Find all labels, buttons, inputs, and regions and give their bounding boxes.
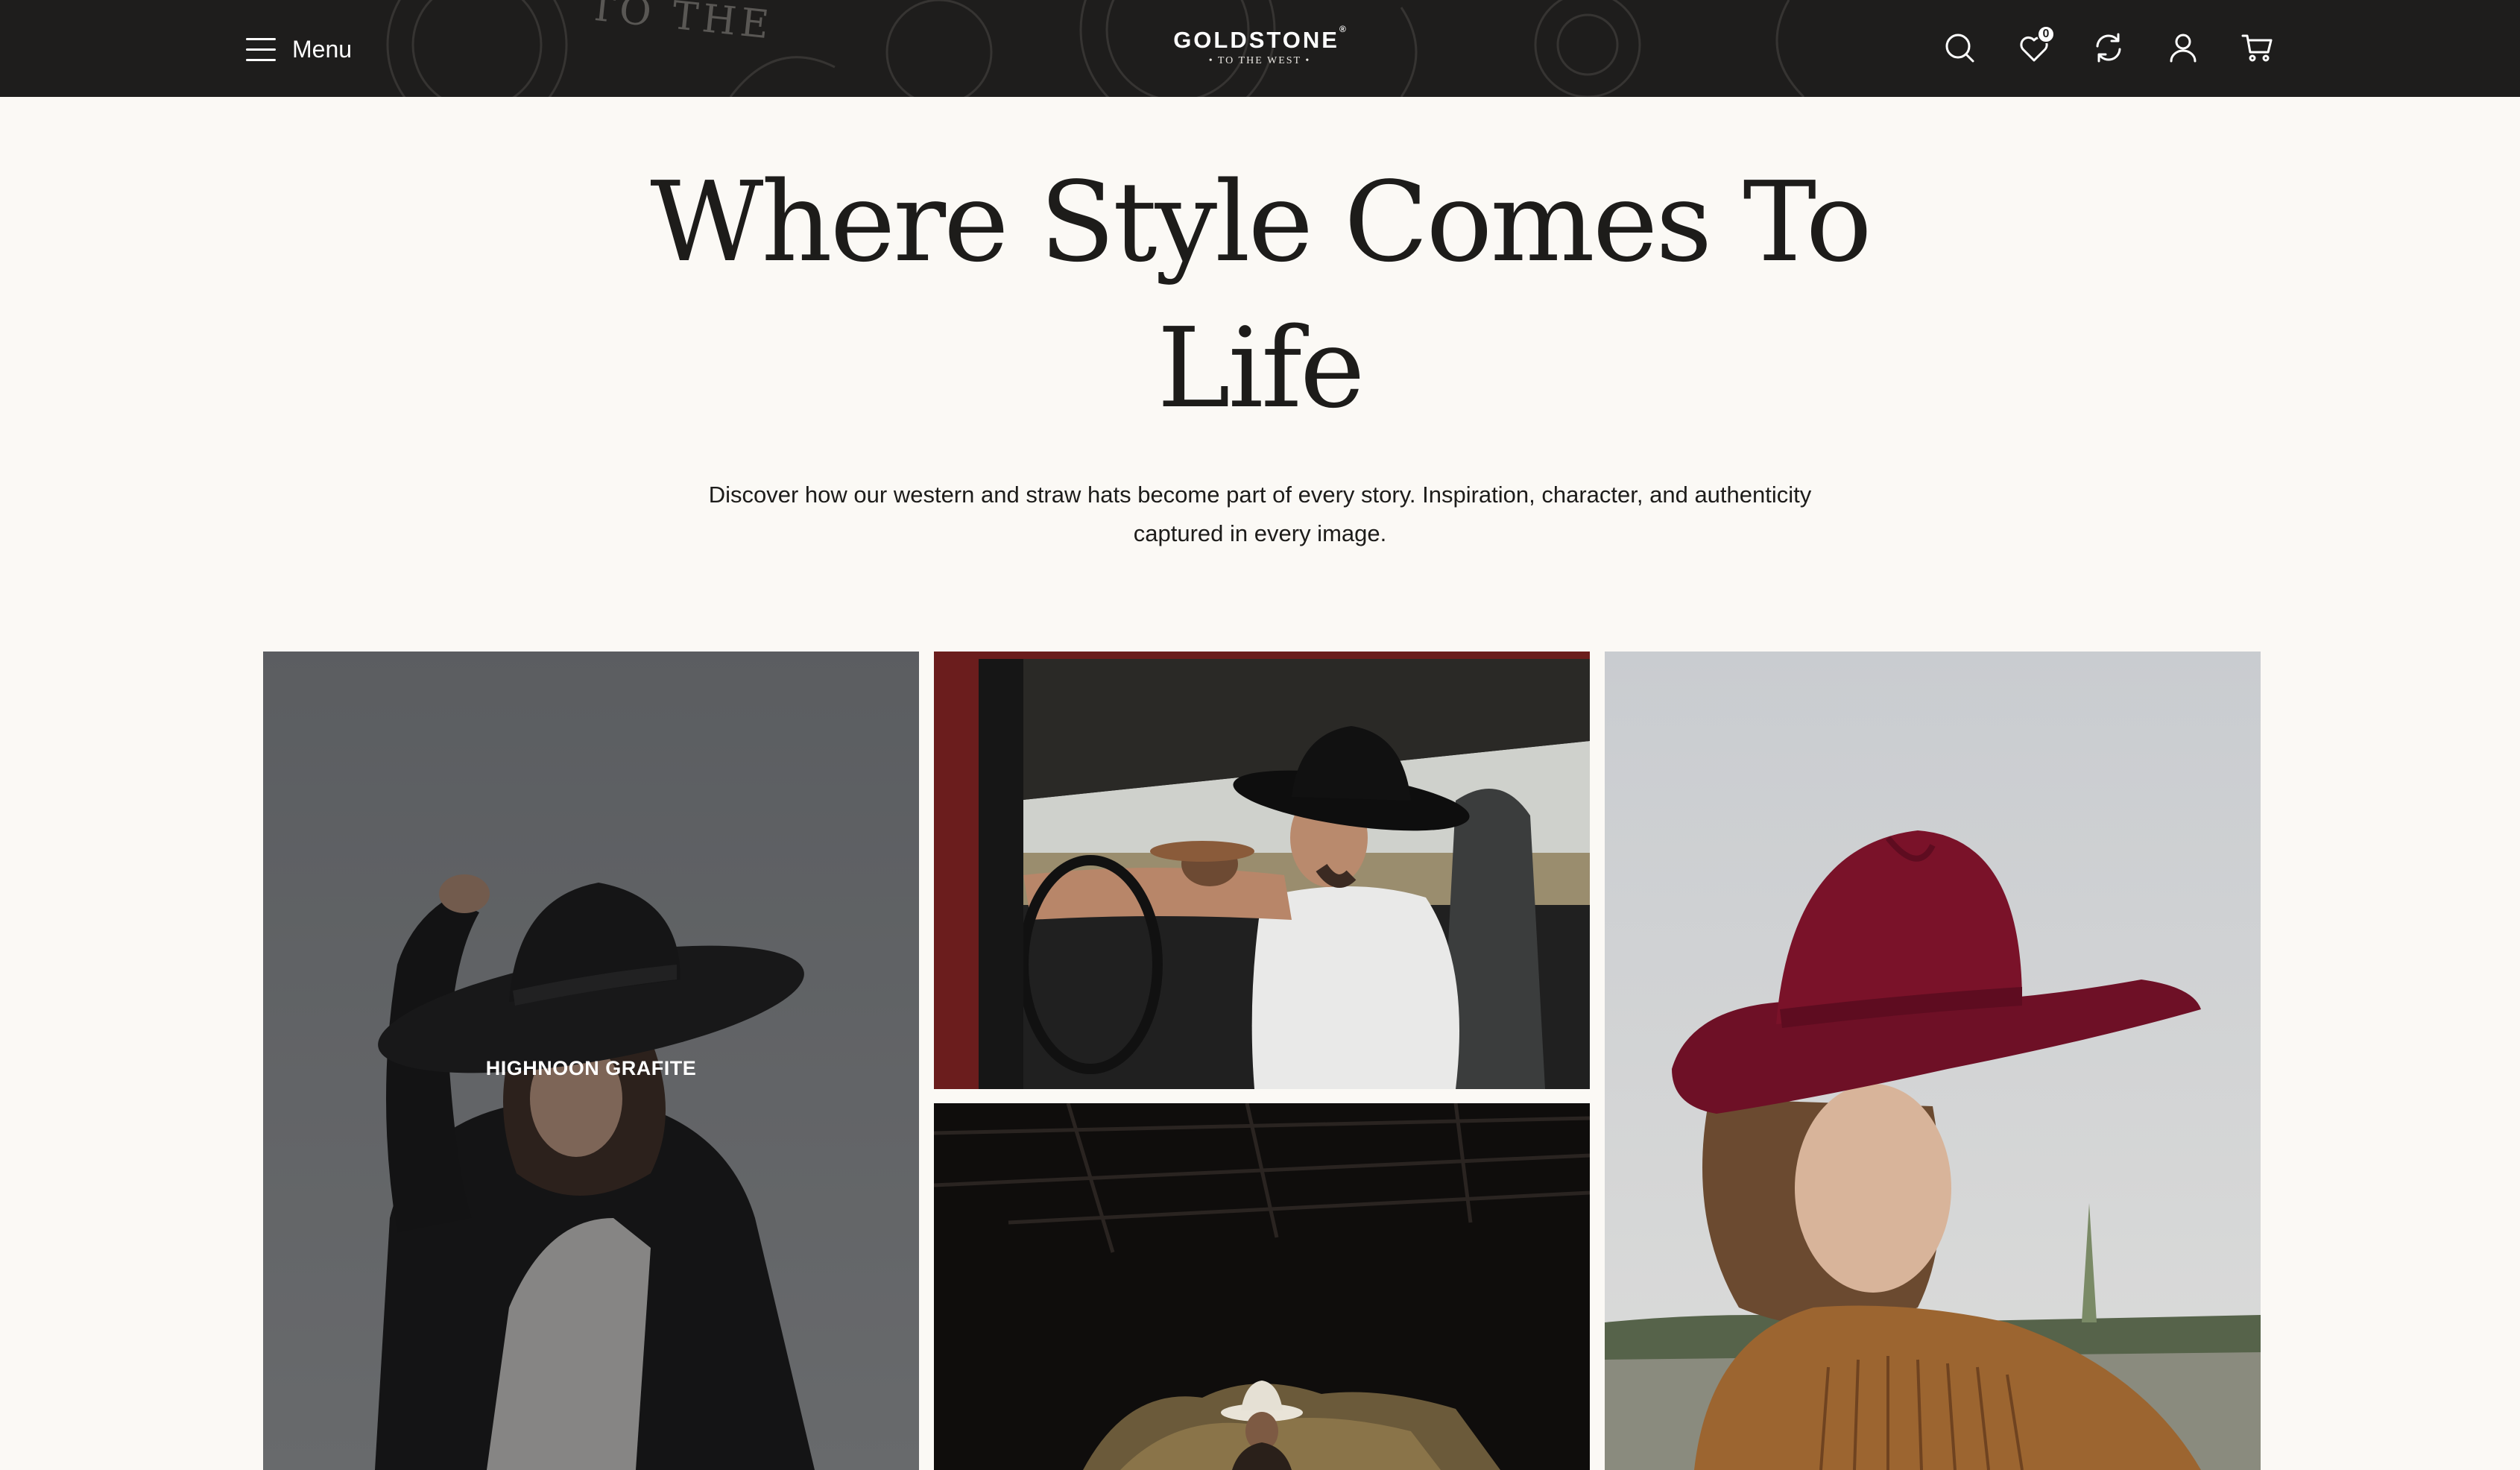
registered-mark: ® xyxy=(1339,24,1346,34)
menu-label: Menu xyxy=(292,35,353,63)
photo-man-driving-truck xyxy=(934,652,1590,1089)
hero-title: Where Style Comes To Life xyxy=(522,149,1998,441)
brand-logo[interactable]: GOLDSTONE® • TO THE WEST • xyxy=(1140,24,1379,67)
compare-icon xyxy=(2096,33,2121,63)
wishlist-count-badge: 0 xyxy=(2037,25,2055,43)
photo-woman-burgundy-hat xyxy=(1605,652,2261,1470)
brand-tagline: • TO THE WEST • xyxy=(1208,55,1311,66)
gallery-tile-burgundy-hat[interactable] xyxy=(1605,652,2261,1470)
tile-caption[interactable]: HIGHNOON GRAFITE xyxy=(263,1057,919,1080)
compare-button[interactable] xyxy=(2091,30,2126,66)
search-icon xyxy=(1945,34,1974,63)
search-button[interactable] xyxy=(1942,30,1977,66)
gallery-tile-truck[interactable] xyxy=(934,652,1590,1089)
cart-icon xyxy=(2241,34,2273,62)
cart-button[interactable] xyxy=(2240,30,2276,66)
gallery-tile-barn[interactable] xyxy=(934,1103,1590,1470)
photo-barn-hay xyxy=(934,1103,1590,1470)
hero-title-line-1: Where Style Comes To xyxy=(650,158,1872,286)
hero-subtitle: Discover how our western and straw hats … xyxy=(708,482,1812,546)
site-header: TO THE Menu GOLDSTONE® • TO THE WEST • 0 xyxy=(0,0,2520,97)
brand-name: GOLDSTONE® xyxy=(1173,24,1346,53)
account-icon xyxy=(2170,34,2197,63)
gallery-tile-highnoon[interactable]: HIGHNOON GRAFITE xyxy=(263,652,919,1470)
page: TO THE Menu GOLDSTONE® • TO THE WEST • 0 xyxy=(0,0,2520,1470)
wishlist-button[interactable]: 0 xyxy=(2016,25,2055,66)
menu-button[interactable]: Menu xyxy=(246,28,352,70)
header-actions: 0 xyxy=(1942,25,2276,66)
hamburger-icon xyxy=(246,37,276,62)
account-button[interactable] xyxy=(2165,30,2201,66)
hero-title-line-2: Life xyxy=(1157,304,1365,432)
